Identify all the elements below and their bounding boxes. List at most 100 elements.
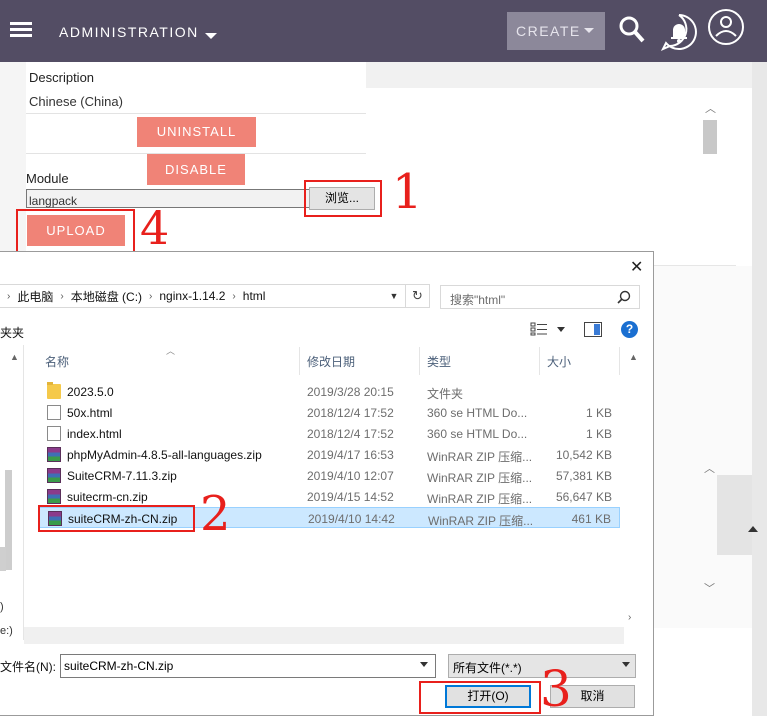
scrollbar-thumb[interactable] [5,470,12,570]
breadcrumb-item[interactable]: html [243,289,266,303]
disable-button[interactable]: DISABLE [147,154,245,185]
file-date: 2019/3/28 20:15 [307,385,394,399]
chevron-right-icon[interactable]: › [149,291,152,302]
scroll-block [717,475,752,555]
chevron-right-icon[interactable]: › [628,612,631,623]
file-type: WinRAR ZIP 压缩... [427,492,533,506]
scroll-up-arrow-icon[interactable] [748,526,758,532]
chevron-up-icon[interactable]: ︿ [705,100,716,116]
html-file-icon [47,405,61,420]
file-size: 1 KB [585,427,612,441]
user-profile-icon[interactable] [707,8,745,46]
navigation-pane [0,345,24,640]
chevron-right-icon[interactable]: › [60,291,63,302]
caret-down-icon[interactable] [557,327,565,332]
file-name: suitecrm-cn.zip [67,490,148,504]
search-input[interactable]: 搜索"html" [440,285,640,309]
chevron-up-icon[interactable]: ▲ [10,352,19,362]
list-item[interactable]: SuiteCRM-7.11.3.zip 2019/4/10 12:07 WinR… [38,465,620,486]
list-item[interactable]: phpMyAdmin-4.8.5-all-languages.zip 2019/… [38,444,620,465]
column-header-size[interactable]: 大小 [540,347,620,375]
caret-down-icon [584,28,594,33]
file-name: index.html [67,427,122,441]
notification-bell-icon[interactable] [660,13,698,51]
winrar-icon [47,447,61,462]
file-type: WinRAR ZIP 压缩... [427,471,533,485]
annotation-box-selected-file [38,505,195,532]
winrar-icon [47,489,61,504]
nav-item-label[interactable]: e:) [0,625,13,637]
column-header-type[interactable]: 类型 [420,347,540,375]
filename-input[interactable]: suiteCRM-zh-CN.zip [60,654,436,678]
chevron-down-icon[interactable] [622,662,630,667]
file-date: 2019/4/10 14:42 [308,512,395,526]
chevron-right-icon[interactable]: › [232,291,235,302]
annotation-box-browse [304,180,382,217]
file-date: 2018/12/4 17:52 [307,406,394,420]
new-folder-button[interactable]: 夹夹 [0,324,24,341]
hamburger-menu-icon[interactable] [10,22,32,38]
list-item[interactable]: index.html 2018/12/4 17:52 360 se HTML D… [38,423,620,444]
nav-item-selected[interactable] [0,547,6,571]
file-date: 2018/12/4 17:52 [307,427,394,441]
file-type: 360 se HTML Do... [427,427,528,441]
search-placeholder: 搜索"html" [450,293,506,307]
create-label: CREATE [516,23,581,39]
breadcrumb-item[interactable]: nginx-1.14.2 [159,289,225,303]
file-name: phpMyAdmin-4.8.5-all-languages.zip [67,448,262,462]
file-type: 360 se HTML Do... [427,406,528,420]
breadcrumb-item[interactable]: 本地磁盘 (C:) [71,288,142,305]
annotation-number-3: 3 [540,660,572,716]
column-header-name[interactable]: ︿ 名称 [38,346,300,375]
file-type: WinRAR ZIP 压缩... [427,450,533,464]
horizontal-scrollbar[interactable] [24,627,624,644]
file-date: 2019/4/10 12:07 [307,469,394,483]
breadcrumb-item[interactable]: 此电脑 [17,288,53,305]
close-icon[interactable]: ✕ [630,257,643,277]
sort-up-icon: ︿ [166,346,176,356]
caret-down-icon[interactable] [420,662,428,667]
uninstall-button[interactable]: UNINSTALL [137,117,256,147]
administration-label: ADMINISTRATION [59,24,199,40]
file-date: 2019/4/15 14:52 [307,490,394,504]
module-label: Module [26,171,69,186]
preview-pane-icon[interactable] [584,322,602,337]
nav-item-label[interactable]: ) [0,601,4,613]
file-size: 461 KB [571,512,611,526]
divider [26,113,366,114]
file-name: SuiteCRM-7.11.3.zip [67,469,177,483]
list-item[interactable]: 2023.5.0 2019/3/28 20:15 文件夹 [38,381,620,402]
annotation-number-4: 4 [140,201,170,255]
breadcrumb[interactable]: › 此电脑 › 本地磁盘 (C:) › nginx-1.14.2 › html [0,284,406,308]
chevron-right-icon: › [7,290,11,302]
file-size: 56,647 KB [555,490,612,504]
top-nav-bar: ADMINISTRATION CREATE [0,0,767,62]
file-size: 1 KB [585,406,612,420]
column-header-date[interactable]: 修改日期 [300,347,420,375]
file-date: 2019/4/17 16:53 [307,448,394,462]
search-icon [617,290,631,304]
list-item[interactable]: 50x.html 2018/12/4 17:52 360 se HTML Do.… [38,402,620,423]
chevron-down-icon[interactable]: ﹀ [704,580,715,596]
chevron-up-icon[interactable]: ▲ [629,352,638,362]
annotation-box-upload [16,209,135,255]
chevron-up-icon[interactable]: ︿ [704,460,715,476]
help-icon[interactable]: ? [621,321,638,338]
list-item[interactable]: suitecrm-cn.zip 2019/4/15 14:52 WinRAR Z… [38,486,620,507]
page-background-strip [366,62,752,88]
caret-down-icon [204,33,217,39]
filename-label: 文件名(N): [0,660,56,674]
administration-menu[interactable]: ADMINISTRATION [59,24,217,40]
html-file-icon [47,426,61,441]
address-dropdown-icon[interactable]: ▼ [384,284,404,308]
scrollbar-thumb[interactable] [703,120,717,154]
view-options-icon[interactable] [530,322,548,336]
search-icon[interactable] [619,16,645,44]
annotation-number-2: 2 [200,486,231,542]
column-header-label: 名称 [45,355,70,369]
refresh-icon[interactable]: ↻ [406,284,430,308]
create-button[interactable]: CREATE [507,12,605,50]
file-size: 57,381 KB [555,469,612,483]
lower-right-panel [654,266,752,628]
file-type: WinRAR ZIP 压缩... [428,514,534,528]
